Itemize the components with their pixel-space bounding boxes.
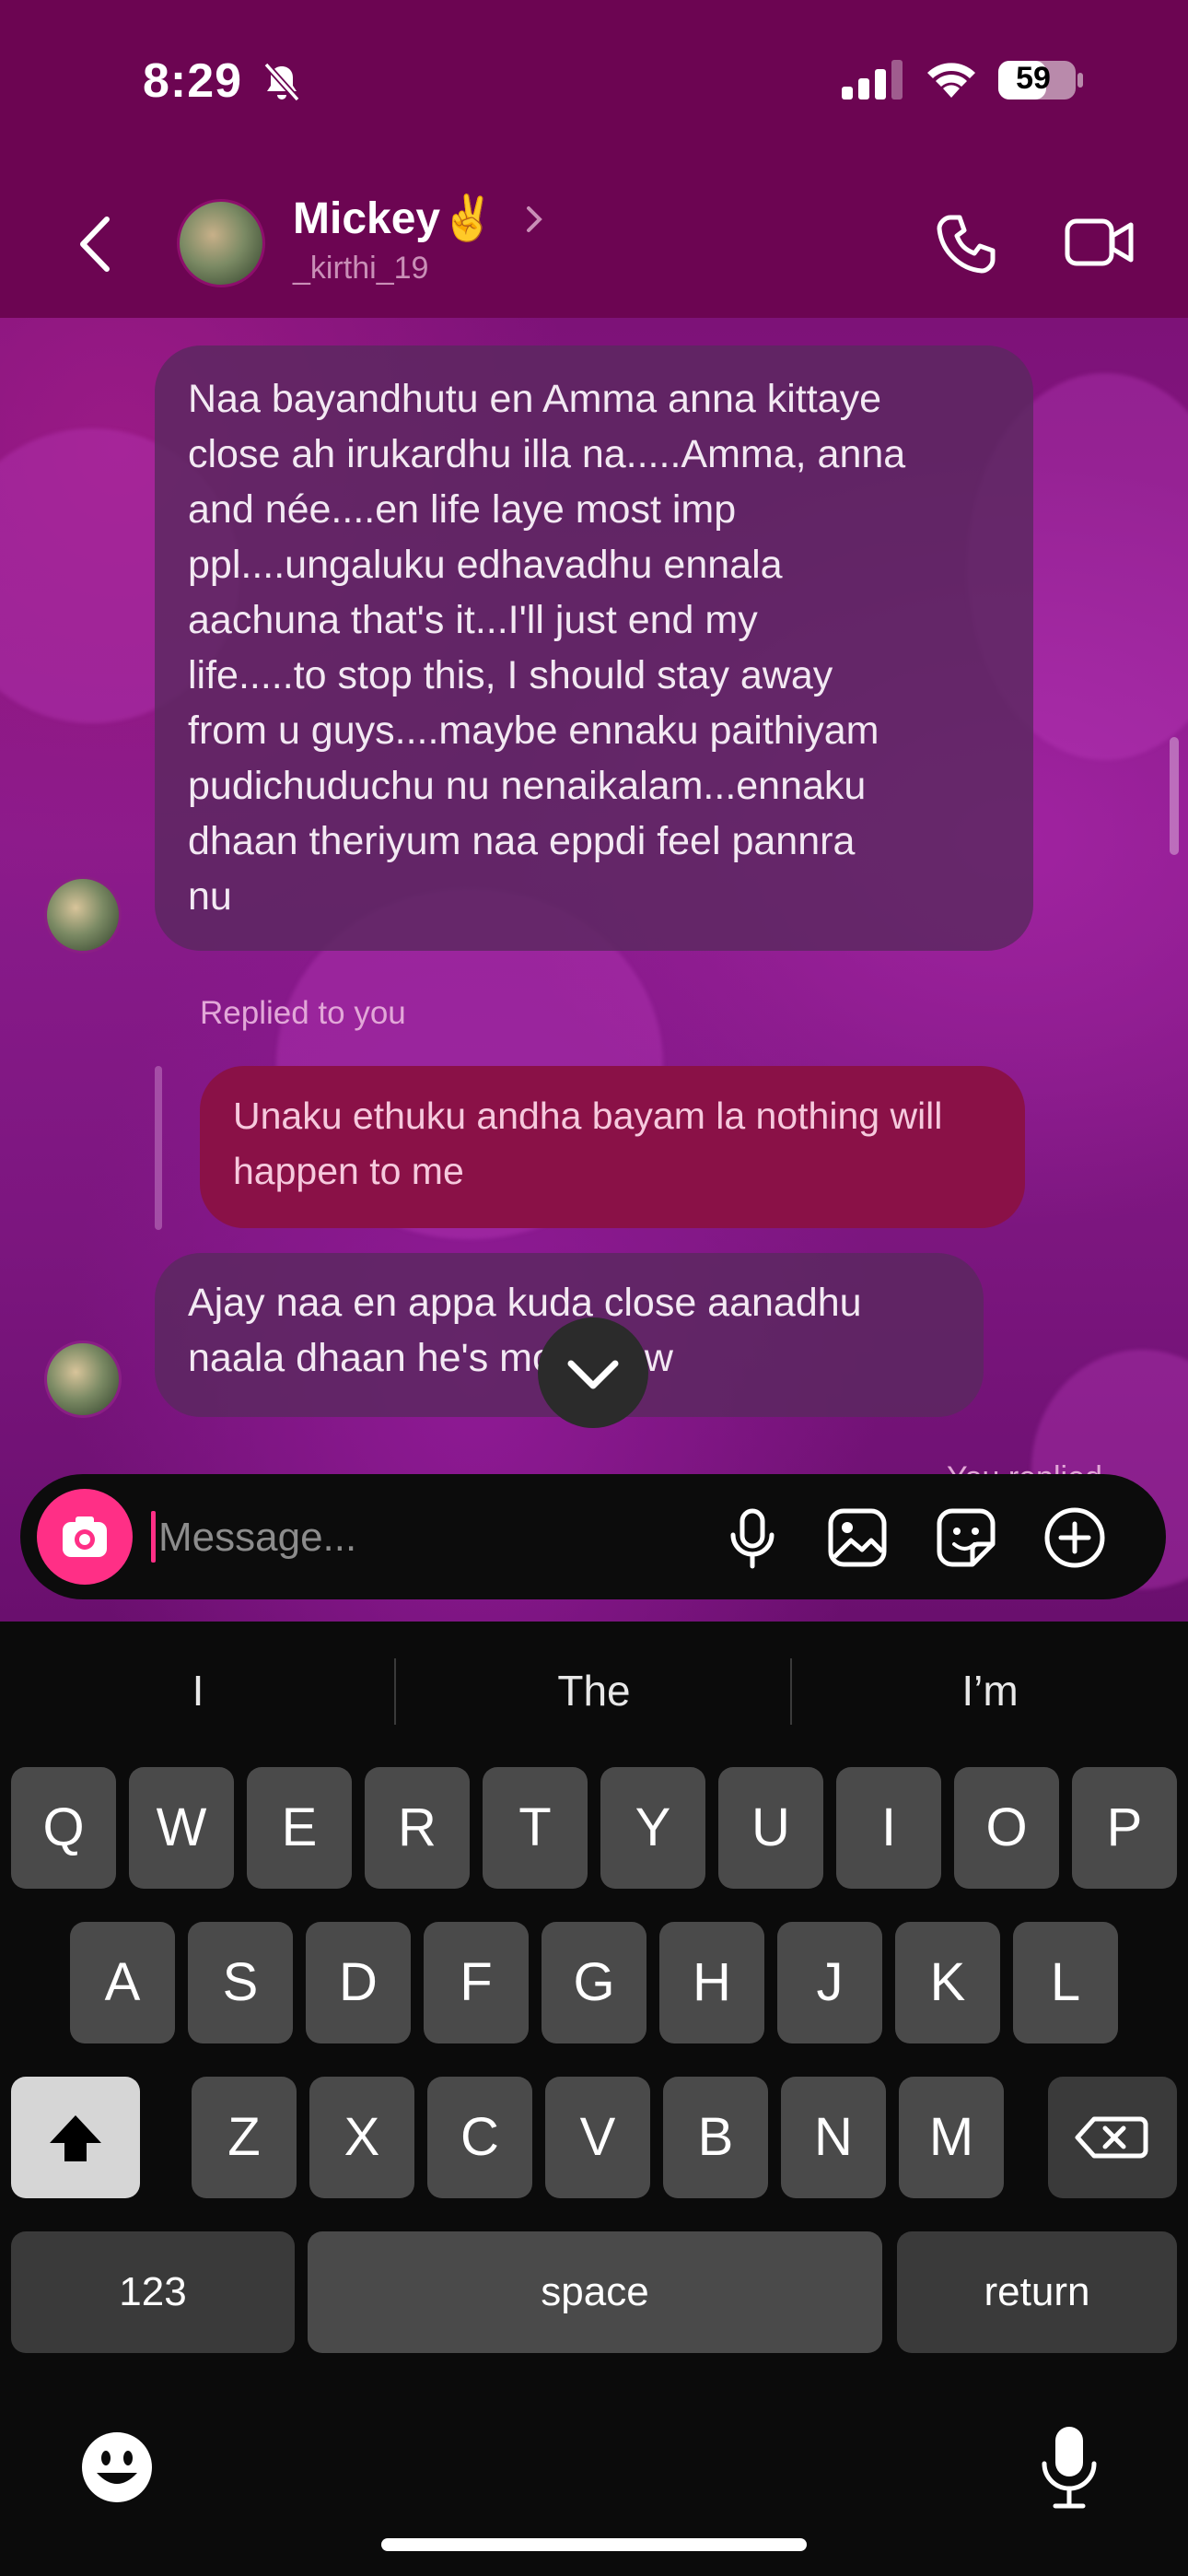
- emoji-icon[interactable]: [78, 2429, 156, 2506]
- message-line: pudichuduchu nu nenaikalam...ennaku: [188, 764, 867, 808]
- message-input[interactable]: Message...: [158, 1515, 356, 1561]
- message-line: Unaku ethuku andha bayam la nothing will: [233, 1095, 943, 1137]
- reply-quote-bar: [155, 1066, 162, 1230]
- scrollbar[interactable]: [1170, 737, 1179, 855]
- key[interactable]: L: [1013, 1922, 1118, 2043]
- key[interactable]: G: [542, 1922, 646, 2043]
- key[interactable]: M: [899, 2077, 1004, 2198]
- status-time: 8:29: [143, 54, 243, 108]
- outgoing-message[interactable]: Unaku ethuku andha bayam la nothing will…: [200, 1066, 1025, 1228]
- key[interactable]: I: [836, 1767, 941, 1889]
- message-line: dhaan theriyum naa eppdi feel pannra: [188, 819, 856, 863]
- key[interactable]: D: [306, 1922, 411, 2043]
- suggestion[interactable]: I: [0, 1622, 396, 1760]
- status-bar: 8:29 59: [0, 0, 1188, 161]
- wifi-icon: [927, 63, 975, 98]
- message-line: Naa bayandhutu en Amma anna kittaye: [188, 377, 882, 421]
- key[interactable]: T: [483, 1767, 588, 1889]
- message-thread[interactable]: Naa bayandhutu en Amma anna kittaye clos…: [0, 318, 1188, 1622]
- key[interactable]: A: [70, 1922, 175, 2043]
- instagram-dm-screen: 8:29 59 Mickey✌️ _kirthi_19 Naa bayandhu…: [0, 0, 1188, 2576]
- key[interactable]: N: [781, 2077, 886, 2198]
- delete-key[interactable]: [1048, 2077, 1177, 2198]
- cellular-signal-icon: [842, 60, 903, 100]
- sticker-icon[interactable]: [934, 1505, 998, 1570]
- space-key[interactable]: space: [308, 2231, 882, 2353]
- suggestion[interactable]: The: [396, 1622, 792, 1760]
- back-chevron-icon[interactable]: [74, 212, 120, 276]
- message-composer: Message...: [20, 1474, 1166, 1599]
- numbers-key[interactable]: 123: [11, 2231, 295, 2353]
- text-cursor: [151, 1511, 156, 1563]
- shift-icon: [50, 2115, 101, 2161]
- key[interactable]: C: [427, 2077, 532, 2198]
- top-bar: 8:29 59 Mickey✌️ _kirthi_19: [0, 0, 1188, 318]
- message-line: happen to me: [233, 1150, 464, 1192]
- key[interactable]: R: [365, 1767, 470, 1889]
- key[interactable]: U: [718, 1767, 823, 1889]
- key[interactable]: F: [424, 1922, 529, 2043]
- microphone-icon[interactable]: [720, 1505, 785, 1570]
- plus-icon[interactable]: [1042, 1505, 1107, 1570]
- key[interactable]: H: [659, 1922, 764, 2043]
- phone-icon[interactable]: [934, 212, 998, 276]
- chevron-right-icon[interactable]: [523, 203, 545, 236]
- key[interactable]: Q: [11, 1767, 116, 1889]
- key[interactable]: V: [545, 2077, 650, 2198]
- message-line: life.....to stop this, I should stay awa…: [188, 653, 833, 697]
- chevron-down-icon: [567, 1360, 619, 1389]
- message-line: nu: [188, 874, 232, 919]
- key[interactable]: O: [954, 1767, 1059, 1889]
- key[interactable]: S: [188, 1922, 293, 2043]
- key[interactable]: W: [129, 1767, 234, 1889]
- key[interactable]: X: [309, 2077, 414, 2198]
- video-icon[interactable]: [1065, 214, 1135, 271]
- suggestion[interactable]: I’m: [792, 1622, 1188, 1760]
- contact-name[interactable]: Mickey✌️: [293, 192, 495, 244]
- home-indicator[interactable]: [381, 2538, 807, 2551]
- message-line: from u guys....maybe ennaku paithiyam: [188, 708, 879, 753]
- key[interactable]: Z: [192, 2077, 297, 2198]
- image-icon[interactable]: [825, 1505, 890, 1570]
- key[interactable]: K: [895, 1922, 1000, 2043]
- camera-button[interactable]: [37, 1489, 133, 1585]
- battery-level: 59: [1016, 61, 1051, 96]
- return-key[interactable]: return: [897, 2231, 1177, 2353]
- key[interactable]: E: [247, 1767, 352, 1889]
- delete-icon: [1075, 2116, 1148, 2159]
- incoming-message[interactable]: Naa bayandhutu en Amma anna kittaye clos…: [155, 345, 1033, 951]
- message-line: ppl....ungaluku edhavadhu ennala: [188, 543, 783, 587]
- sender-avatar[interactable]: [44, 876, 122, 954]
- camera-icon: [63, 1516, 107, 1557]
- key[interactable]: Y: [600, 1767, 705, 1889]
- bell-slash-icon: [263, 62, 300, 102]
- keyboard: I The I’m Q W E R T Y U I O P A S D F G …: [0, 1622, 1188, 2576]
- key[interactable]: J: [777, 1922, 882, 2043]
- key[interactable]: P: [1072, 1767, 1177, 1889]
- chat-header: Mickey✌️ _kirthi_19: [0, 184, 1188, 318]
- scroll-to-bottom-button[interactable]: [538, 1317, 648, 1428]
- dictation-mic-icon[interactable]: [1037, 2423, 1101, 2512]
- sender-avatar[interactable]: [44, 1341, 122, 1418]
- contact-username[interactable]: _kirthi_19: [293, 251, 428, 287]
- reply-label: Replied to you: [200, 995, 406, 1031]
- message-line: aachuna that's it...I'll just end my: [188, 598, 758, 642]
- message-line: close ah irukardhu illa na.....Amma, ann…: [188, 432, 906, 476]
- key[interactable]: B: [663, 2077, 768, 2198]
- message-line: and née....en life laye most imp: [188, 487, 737, 532]
- avatar[interactable]: [177, 199, 265, 287]
- shift-key[interactable]: [11, 2077, 140, 2198]
